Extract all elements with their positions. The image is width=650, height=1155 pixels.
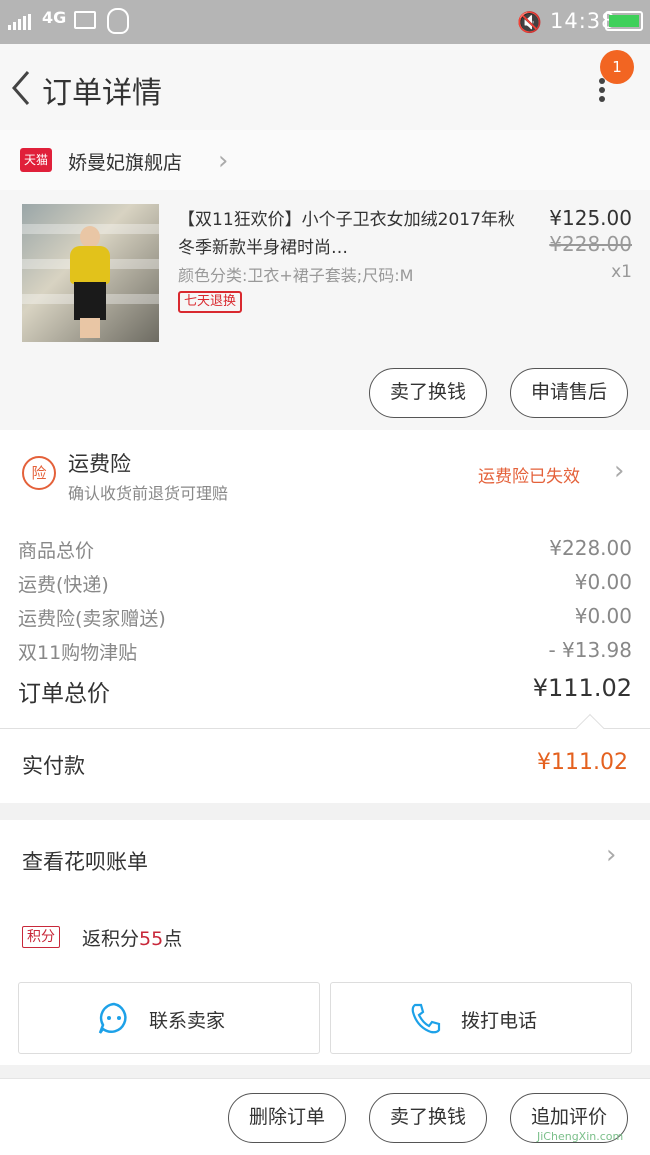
summary-label: 商品总价 (18, 540, 95, 562)
product-price: ¥125.00 (549, 206, 632, 230)
more-menu-icon[interactable] (598, 78, 606, 102)
sell-item-bottom-button[interactable]: 卖了换钱 (369, 1093, 487, 1143)
summary-value: ¥0.00 (574, 604, 632, 628)
shop-name[interactable]: 娇曼妃旗舰店 (68, 148, 182, 175)
signal-icon (8, 14, 32, 30)
product-quantity: x1 (611, 262, 632, 282)
product-title[interactable]: 【双11狂欢价】小个子卫衣女加绒2017年秋冬季新款半身裙时尚… (178, 206, 518, 262)
summary-label: 运费(快递) (18, 574, 109, 596)
insurance-icon: 险 (22, 456, 56, 490)
seven-day-return-tag: 七天退换 (178, 291, 243, 313)
contact-seller-button[interactable]: 联系卖家 (18, 982, 320, 1054)
watermark: JiChengXin.com (537, 1130, 624, 1143)
contact-seller-label: 联系卖家 (149, 1010, 226, 1032)
points-tag: 积分 (22, 926, 60, 948)
actual-payment-value: ¥111.02 (537, 750, 628, 775)
order-total-label: 订单总价 (18, 681, 110, 707)
call-phone-label: 拨打电话 (461, 1010, 538, 1032)
insurance-title: 运费险 (68, 452, 131, 476)
summary-value: ¥0.00 (574, 570, 632, 594)
chevron-right-icon: › (606, 840, 617, 870)
tmall-logo: 天猫 (20, 148, 52, 172)
insurance-status: 运费险已失效 (478, 467, 580, 487)
qq-notification-icon (107, 8, 129, 34)
chat-icon (98, 1002, 127, 1034)
chevron-right-icon: › (614, 456, 625, 486)
phone-icon (411, 1003, 441, 1034)
network-type: 4G (42, 8, 67, 27)
call-phone-button[interactable]: 拨打电话 (330, 982, 632, 1054)
insurance-subtitle: 确认收货前退货可理赔 (68, 484, 229, 503)
image-notification-icon (74, 11, 96, 29)
huabei-bill-label[interactable]: 查看花呗账单 (22, 846, 148, 876)
sell-item-button[interactable]: 卖了换钱 (369, 368, 487, 418)
product-thumbnail[interactable] (22, 204, 159, 342)
summary-label: 双11购物津贴 (18, 642, 138, 664)
nav-bar: 订单详情 (0, 44, 650, 130)
actual-payment-label: 实付款 (22, 754, 85, 778)
status-bar: 4G 🔇 14:38 (0, 0, 650, 44)
mute-icon: 🔇 (517, 10, 542, 34)
delete-order-button[interactable]: 删除订单 (228, 1093, 346, 1143)
summary-value: ¥228.00 (549, 536, 632, 560)
notification-badge[interactable]: 1 (600, 50, 634, 84)
back-arrow-icon[interactable] (8, 66, 38, 110)
product-sku: 颜色分类:卫衣+裙子套装;尺码:M (178, 266, 414, 285)
points-text: 返积分55点 (82, 928, 183, 950)
page-title: 订单详情 (42, 76, 162, 111)
apply-after-sale-button[interactable]: 申请售后 (510, 368, 628, 418)
summary-value: - ¥13.98 (548, 638, 632, 662)
product-original-price: ¥228.00 (549, 232, 632, 256)
battery-icon (605, 11, 643, 31)
order-total-value: ¥111.02 (532, 674, 632, 702)
summary-label: 运费险(卖家赠送) (18, 608, 166, 630)
chevron-right-icon: › (218, 146, 229, 176)
